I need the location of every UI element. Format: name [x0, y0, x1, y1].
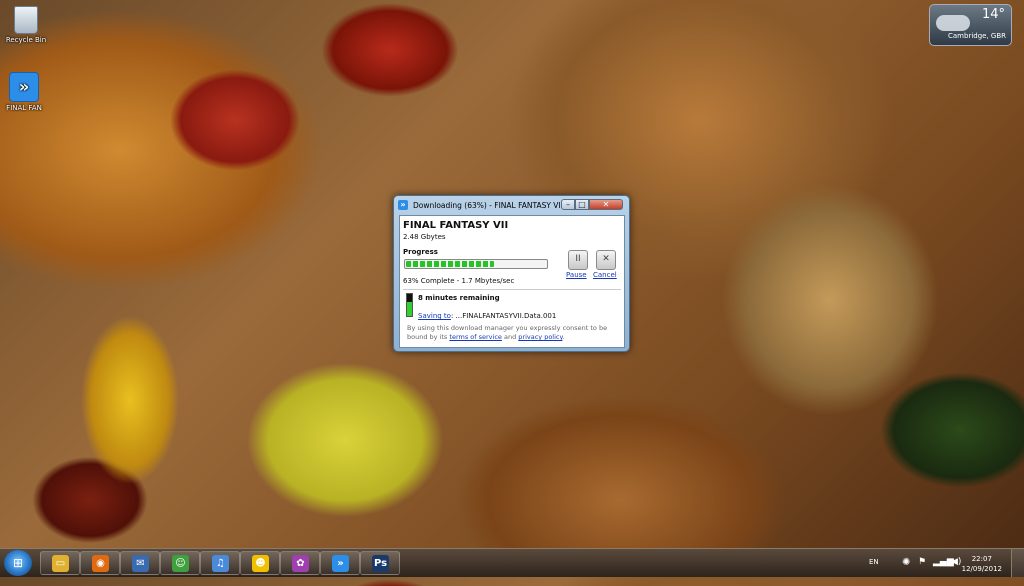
dialog-title: Downloading (63%) - FINAL FANTASY VII — [413, 201, 563, 210]
windows-logo-icon: ⊞ — [12, 556, 24, 570]
activity-meter-fill — [407, 302, 412, 316]
taskbar-button-thunderbird[interactable]: ✉ — [120, 551, 160, 575]
consent-and: and — [501, 333, 519, 341]
pause-link[interactable]: Pause — [566, 271, 587, 279]
progress-label: Progress — [403, 248, 438, 256]
download-size: 2.48 Gbytes — [403, 233, 446, 241]
weather-temperature: 14° — [981, 7, 1005, 22]
cancel-icon: ✕ — [602, 254, 610, 264]
download-manager-icon: » — [9, 72, 39, 102]
dialog-body: FINAL FANTASY VII 2.48 Gbytes Progress 6… — [399, 215, 625, 348]
time-remaining: 8 minutes remaining — [418, 294, 500, 302]
download-manager-icon: » — [398, 200, 408, 210]
taskbar: ⊞ ▭ ◉ ✉ ☺ ♫ ☻ ✿» Ps EN ✺ ⚑ ▂▄▆ ◀) 22:07 12/09/2… — [0, 548, 1024, 577]
taskbar-button-explorer[interactable]: ▭ — [40, 551, 80, 575]
volume-tray-icon[interactable]: ◀) — [951, 557, 961, 585]
saving-path: : ...FINALFANTASYVII.Data.001 — [450, 312, 557, 320]
start-button[interactable]: ⊞ — [4, 550, 32, 576]
consent-suffix: . — [562, 333, 565, 341]
clock-time: 22:07 — [971, 555, 992, 563]
saving-to: Saving to: ...FINALFANTASYVII.Data.001 — [418, 312, 556, 320]
aim-icon: ☻ — [252, 555, 269, 572]
weather-location: Cambridge, GBR — [948, 32, 1006, 40]
download-manager-icon: » — [332, 555, 349, 572]
taskbar-button-contacts[interactable]: ☺ — [160, 551, 200, 575]
close-button[interactable]: ✕ — [589, 199, 623, 210]
system-clock[interactable]: 22:07 12/09/2012 — [962, 554, 1002, 574]
progress-bar — [404, 259, 548, 269]
desktop-icon-label: Recycle Bin — [5, 36, 47, 44]
taskbar-button-itunes[interactable]: ♫ — [200, 551, 240, 575]
desktop-icon-label: FINAL FAN — [6, 104, 42, 112]
messenger-icon: ✿ — [292, 555, 309, 572]
divider — [403, 289, 621, 290]
taskbar-button-messenger[interactable]: ✿ — [280, 551, 320, 575]
download-dialog: » Downloading (63%) - FINAL FANTASY VII … — [393, 195, 630, 352]
saving-to-link[interactable]: Saving to — [418, 312, 451, 320]
taskbar-button-aim[interactable]: ☻ — [240, 551, 280, 575]
taskbar-button-firefox[interactable]: ◉ — [80, 551, 120, 575]
progress-bar-fill — [406, 261, 494, 267]
consent-text: By using this download manager you expre… — [407, 324, 623, 342]
flag-tray-icon[interactable]: ⚑ — [918, 557, 926, 585]
cancel-button[interactable]: ✕ — [596, 250, 616, 270]
pause-icon: II — [575, 254, 581, 264]
download-status: 63% Complete - 1.7 Mbytes/sec — [403, 277, 515, 285]
taskbar-button-photoshop[interactable]: Ps — [360, 551, 400, 575]
terms-of-service-link[interactable]: terms of service — [449, 333, 502, 341]
weather-gadget[interactable]: 14° Cambridge, GBR — [929, 4, 1012, 46]
recycle-bin-icon — [14, 6, 38, 34]
contacts-icon: ☺ — [172, 555, 189, 572]
final-fantasy-desktop-icon[interactable]: » FINAL FAN — [0, 72, 48, 112]
thunderbird-icon: ✉ — [132, 555, 149, 572]
show-desktop-button[interactable] — [1011, 549, 1024, 577]
recycle-bin-desktop-icon[interactable]: Recycle Bin — [2, 6, 50, 44]
pause-button[interactable]: II — [568, 250, 588, 270]
explorer-icon: ▭ — [52, 555, 69, 572]
clock-date: 12/09/2012 — [961, 565, 1002, 573]
minimize-button[interactable]: – — [561, 199, 575, 210]
cloud-icon — [936, 15, 970, 31]
network-tray-icon[interactable]: ✺ — [902, 557, 910, 585]
firefox-icon: ◉ — [92, 555, 109, 572]
activity-meter — [406, 293, 413, 317]
cancel-link[interactable]: Cancel — [593, 271, 617, 279]
taskbar-button-download-manager[interactable]: » — [320, 551, 360, 575]
dialog-titlebar[interactable]: » Downloading (63%) - FINAL FANTASY VII … — [394, 196, 629, 214]
privacy-policy-link[interactable]: privacy policy — [518, 333, 562, 341]
maximize-button[interactable]: □ — [575, 199, 589, 210]
photoshop-icon: Ps — [372, 555, 389, 572]
itunes-icon: ♫ — [212, 555, 229, 572]
download-title: FINAL FANTASY VII — [403, 220, 509, 231]
language-indicator[interactable]: EN — [869, 558, 879, 586]
